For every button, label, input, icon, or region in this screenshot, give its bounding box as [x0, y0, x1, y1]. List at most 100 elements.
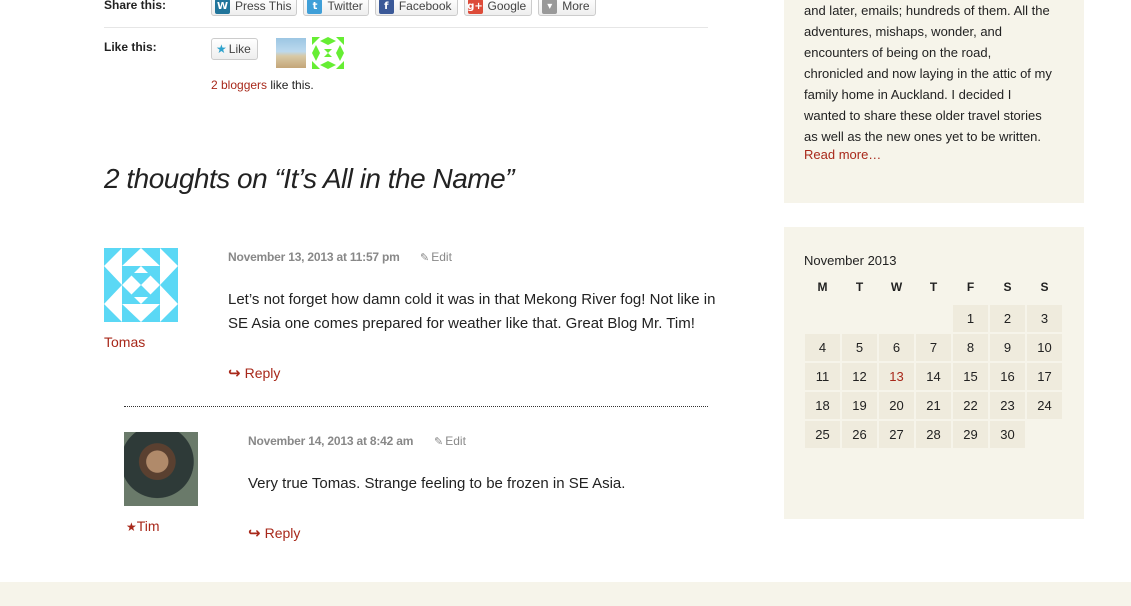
- reply-arrow-icon: ↪: [228, 364, 241, 382]
- calendar-day: 10: [1027, 334, 1062, 361]
- calendar-empty-cell: [805, 305, 840, 332]
- edit-label: Edit: [431, 250, 452, 264]
- footer: [0, 582, 1131, 606]
- author-star-icon: ★: [126, 520, 137, 534]
- share-facebook-button[interactable]: f Facebook: [374, 0, 458, 16]
- about-line: and later, emails; hundreds of them. All…: [804, 3, 1050, 18]
- calendar-day: 26: [842, 421, 877, 448]
- share-more-label: More: [562, 0, 590, 13]
- edit-label: Edit: [445, 434, 466, 448]
- about-line: adventures, mishaps, wonder, and: [804, 24, 1003, 39]
- weekday-label: S: [1040, 280, 1049, 294]
- about-line: chronicled and now laying in the attic o…: [804, 66, 1052, 81]
- share-more-button[interactable]: ▾ More: [538, 0, 596, 16]
- calendar-empty-cell: [842, 305, 877, 332]
- share-google-label: Google: [487, 0, 527, 13]
- about-text: and later, emails; hundreds of them. All…: [804, 0, 1069, 147]
- comments-title: 2 thoughts on “It’s All in the Name”: [104, 163, 515, 194]
- calendar-weekday-header: M T W T F S S: [804, 280, 1063, 294]
- calendar-day: 22: [953, 392, 988, 419]
- calendar-day: 3: [1027, 305, 1062, 332]
- calendar-day: 16: [990, 363, 1025, 390]
- weekday-label: T: [929, 280, 938, 294]
- comment-separator: [124, 406, 708, 407]
- comment-text: Very true Tomas. Strange feeling to be f…: [248, 475, 626, 492]
- bloggers-link[interactable]: 2 bloggers: [211, 78, 267, 92]
- wordpress-icon: W: [215, 0, 230, 14]
- calendar-empty-cell: [879, 305, 914, 332]
- google-plus-icon: g+: [467, 0, 483, 14]
- commenter-avatar-tomas[interactable]: [104, 248, 178, 322]
- calendar-day: 7: [916, 334, 951, 361]
- calendar-day[interactable]: 13: [879, 363, 914, 390]
- share-twitter-label: Twitter: [327, 0, 363, 13]
- calendar-empty-cell: [1027, 421, 1062, 448]
- calendar-grid: 1 2 3 4 5 6 7 8 9 10 11 12 13 14 15 16 17 18 19 20 21 22 23 24 2…: [804, 304, 1063, 449]
- share-press-this-label: Press This: [235, 0, 292, 13]
- weekday-label: T: [855, 280, 864, 294]
- calendar-day: 12: [842, 363, 877, 390]
- reply-button[interactable]: ↪ Reply: [248, 524, 300, 542]
- sidebar-about-widget: and later, emails; hundreds of them. All…: [784, 0, 1084, 203]
- calendar-caption: November 2013: [804, 253, 897, 268]
- about-line: as well as the new ones yet to be writte…: [804, 129, 1042, 144]
- calendar-day: 20: [879, 392, 914, 419]
- edit-link[interactable]: ✎ Edit: [420, 250, 452, 264]
- commenter-avatar-tim[interactable]: [124, 432, 198, 506]
- like-button[interactable]: ★ Like: [211, 38, 258, 60]
- sidebar-calendar-widget: November 2013 M T W T F S S 1 2 3 4 5 6 7 8 9 10 1…: [784, 227, 1084, 519]
- share-google-button[interactable]: g+ Google: [463, 0, 533, 16]
- comment-author-tim[interactable]: ★Tim: [126, 518, 160, 534]
- calendar-day: 5: [842, 334, 877, 361]
- weekday-label: W: [890, 280, 903, 294]
- comment-date[interactable]: November 13, 2013 at 11:57 pm: [228, 250, 400, 264]
- like-button-label: Like: [228, 42, 251, 56]
- share-facebook-label: Facebook: [398, 0, 452, 13]
- liker-avatar-beach[interactable]: [276, 38, 306, 68]
- calendar-day: 27: [879, 421, 914, 448]
- comment-date[interactable]: November 14, 2013 at 8:42 am: [248, 434, 413, 448]
- about-line: wanted to share these older travel stori…: [804, 108, 1042, 123]
- calendar-day: 23: [990, 392, 1025, 419]
- comment-author-name: Tim: [136, 518, 160, 534]
- calendar-day: 30: [990, 421, 1025, 448]
- calendar-day: 15: [953, 363, 988, 390]
- like-label: Like this:: [104, 40, 157, 54]
- calendar-day: 6: [879, 334, 914, 361]
- about-line: family home in Auckland. I decided I: [804, 87, 1012, 102]
- weekday-label: M: [817, 280, 828, 294]
- share-twitter-button[interactable]: t Twitter: [303, 0, 369, 16]
- likers-count: 2 bloggers like this.: [211, 78, 314, 92]
- calendar-day: 11: [805, 363, 840, 390]
- calendar-day: 1: [953, 305, 988, 332]
- calendar-day: 24: [1027, 392, 1062, 419]
- calendar-empty-cell: [916, 305, 951, 332]
- read-more-link[interactable]: Read more…: [804, 147, 881, 162]
- calendar-day: 21: [916, 392, 951, 419]
- facebook-icon: f: [378, 0, 394, 14]
- calendar-day: 18: [805, 392, 840, 419]
- twitter-icon: t: [307, 0, 323, 14]
- about-line: encounters of being on the road,: [804, 45, 992, 60]
- reply-label: Reply: [264, 525, 301, 541]
- calendar-day: 19: [842, 392, 877, 419]
- calendar-day: 8: [953, 334, 988, 361]
- reply-label: Reply: [244, 365, 281, 381]
- divider: [104, 27, 708, 28]
- edit-link[interactable]: ✎ Edit: [434, 434, 466, 448]
- reply-button[interactable]: ↪ Reply: [228, 364, 280, 382]
- share-press-this-button[interactable]: W Press This: [211, 0, 298, 16]
- pencil-icon: ✎: [434, 435, 444, 448]
- weekday-label: F: [966, 280, 975, 294]
- star-icon: ★: [216, 42, 227, 56]
- calendar-day: 29: [953, 421, 988, 448]
- comment-author-tomas[interactable]: Tomas: [104, 334, 145, 350]
- calendar-day: 17: [1027, 363, 1062, 390]
- dropdown-icon: ▾: [542, 0, 558, 14]
- share-buttons: W Press This t Twitter f Facebook g+ Goo…: [211, 0, 596, 16]
- liker-avatar-identicon[interactable]: [312, 37, 344, 69]
- calendar-day: 9: [990, 334, 1025, 361]
- weekday-label: S: [1003, 280, 1012, 294]
- share-label: Share this:: [104, 0, 167, 12]
- bloggers-suffix: like this.: [267, 78, 314, 92]
